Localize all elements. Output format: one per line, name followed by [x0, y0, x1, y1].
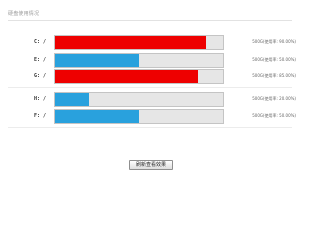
usage-caption: 500G(使用率: 20.00%): [252, 96, 296, 101]
drive-label: F: /: [33, 113, 46, 119]
row-divider: [8, 87, 292, 88]
usage-bar: [54, 69, 224, 84]
usage-bar: [54, 109, 224, 124]
usage-caption: 500G(使用率: 90.00%): [252, 39, 296, 44]
title-divider: [8, 20, 292, 21]
refresh-button[interactable]: 刷新查看效果: [129, 160, 173, 170]
usage-caption: 500G(使用率: 50.00%): [252, 57, 296, 62]
drive-label: E: /: [33, 57, 46, 63]
usage-bar-fill: [55, 110, 139, 123]
usage-caption: 500G(使用率: 50.00%): [252, 113, 296, 118]
usage-bar-fill: [55, 93, 89, 106]
usage-bar-fill: [55, 36, 207, 49]
usage-caption: 500G(使用率: 85.00%): [252, 73, 296, 78]
page-title: 硬盘使用情况: [8, 11, 40, 17]
drive-label: H: /: [33, 96, 46, 102]
usage-bar: [54, 35, 224, 50]
disk-usage-page: 硬盘使用情况 C: / 500G(使用率: 90.00%) E: / 500G(…: [0, 0, 300, 200]
drive-row-g: G: / 500G(使用率: 85.00%): [0, 67, 300, 89]
usage-bar: [54, 92, 224, 107]
row-divider: [8, 127, 292, 128]
usage-bar-fill: [55, 54, 139, 67]
usage-bar: [54, 53, 224, 68]
drive-label: G: /: [33, 73, 46, 79]
drive-label: C: /: [33, 39, 46, 45]
usage-bar-fill: [55, 70, 198, 83]
drive-row-f: F: / 500G(使用率: 50.00%): [0, 107, 300, 129]
